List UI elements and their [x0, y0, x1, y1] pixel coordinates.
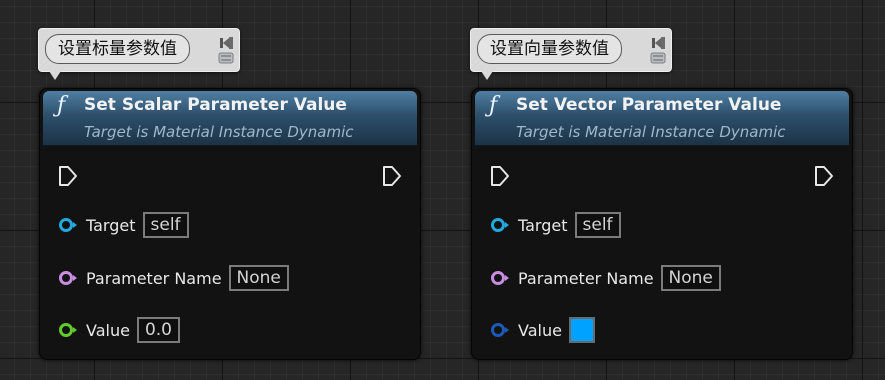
- node-subtitle: Target is Material Instance Dynamic: [84, 123, 354, 141]
- function-icon: ƒ: [57, 93, 66, 118]
- object-pin-icon[interactable]: [58, 217, 78, 233]
- float-pin-icon[interactable]: [58, 322, 78, 338]
- pin-row-parameter-name: Parameter Name None: [490, 264, 721, 292]
- name-pin-icon[interactable]: [490, 270, 510, 286]
- pin-label-value: Value: [86, 320, 130, 340]
- function-icon: ƒ: [489, 93, 498, 118]
- pin-row-value: Value: [490, 316, 595, 344]
- comment-text[interactable]: 设置向量参数值: [477, 34, 622, 64]
- comment-text[interactable]: 设置标量参数值: [45, 34, 190, 64]
- target-input[interactable]: self: [142, 212, 189, 238]
- target-input[interactable]: self: [574, 212, 621, 238]
- pin-row-target: Target self: [58, 211, 189, 239]
- object-pin-icon[interactable]: [490, 217, 510, 233]
- value-input[interactable]: 0.0: [136, 317, 180, 343]
- pin-label-target: Target: [518, 215, 568, 235]
- pin-row-parameter-name: Parameter Name None: [58, 264, 289, 292]
- parameter-name-input[interactable]: None: [228, 265, 289, 291]
- parameter-name-input[interactable]: None: [660, 265, 721, 291]
- node-title: Set Vector Parameter Value: [516, 95, 782, 115]
- node-set-vector-parameter-value[interactable]: ƒ Set Vector Parameter Value Target is M…: [471, 88, 853, 360]
- pin-label-target: Target: [86, 215, 136, 235]
- comment-pin-icon[interactable]: [217, 33, 235, 65]
- pin-label-value: Value: [518, 320, 562, 340]
- exec-input-pin-icon[interactable]: [58, 165, 78, 187]
- color-swatch[interactable]: [568, 317, 595, 343]
- name-pin-icon[interactable]: [58, 270, 78, 286]
- exec-output-pin-icon[interactable]: [382, 165, 402, 187]
- pin-row-target: Target self: [490, 211, 621, 239]
- pin-row-value: Value 0.0: [58, 316, 180, 344]
- node-set-scalar-parameter-value[interactable]: ƒ Set Scalar Parameter Value Target is M…: [39, 88, 421, 360]
- comment-pin-icon[interactable]: [649, 33, 667, 65]
- exec-output-pin-icon[interactable]: [814, 165, 834, 187]
- node-header[interactable]: ƒ Set Vector Parameter Value Target is M…: [475, 91, 849, 146]
- node-header[interactable]: ƒ Set Scalar Parameter Value Target is M…: [43, 91, 417, 146]
- comment-bubble-vector[interactable]: 设置向量参数值: [470, 28, 672, 80]
- node-subtitle: Target is Material Instance Dynamic: [516, 123, 786, 141]
- linear-color-pin-icon[interactable]: [490, 322, 510, 338]
- exec-input-pin-icon[interactable]: [490, 165, 510, 187]
- pin-label-parameter-name: Parameter Name: [86, 268, 222, 288]
- node-title: Set Scalar Parameter Value: [84, 95, 347, 115]
- comment-bubble-scalar[interactable]: 设置标量参数值: [38, 28, 240, 80]
- pin-label-parameter-name: Parameter Name: [518, 268, 654, 288]
